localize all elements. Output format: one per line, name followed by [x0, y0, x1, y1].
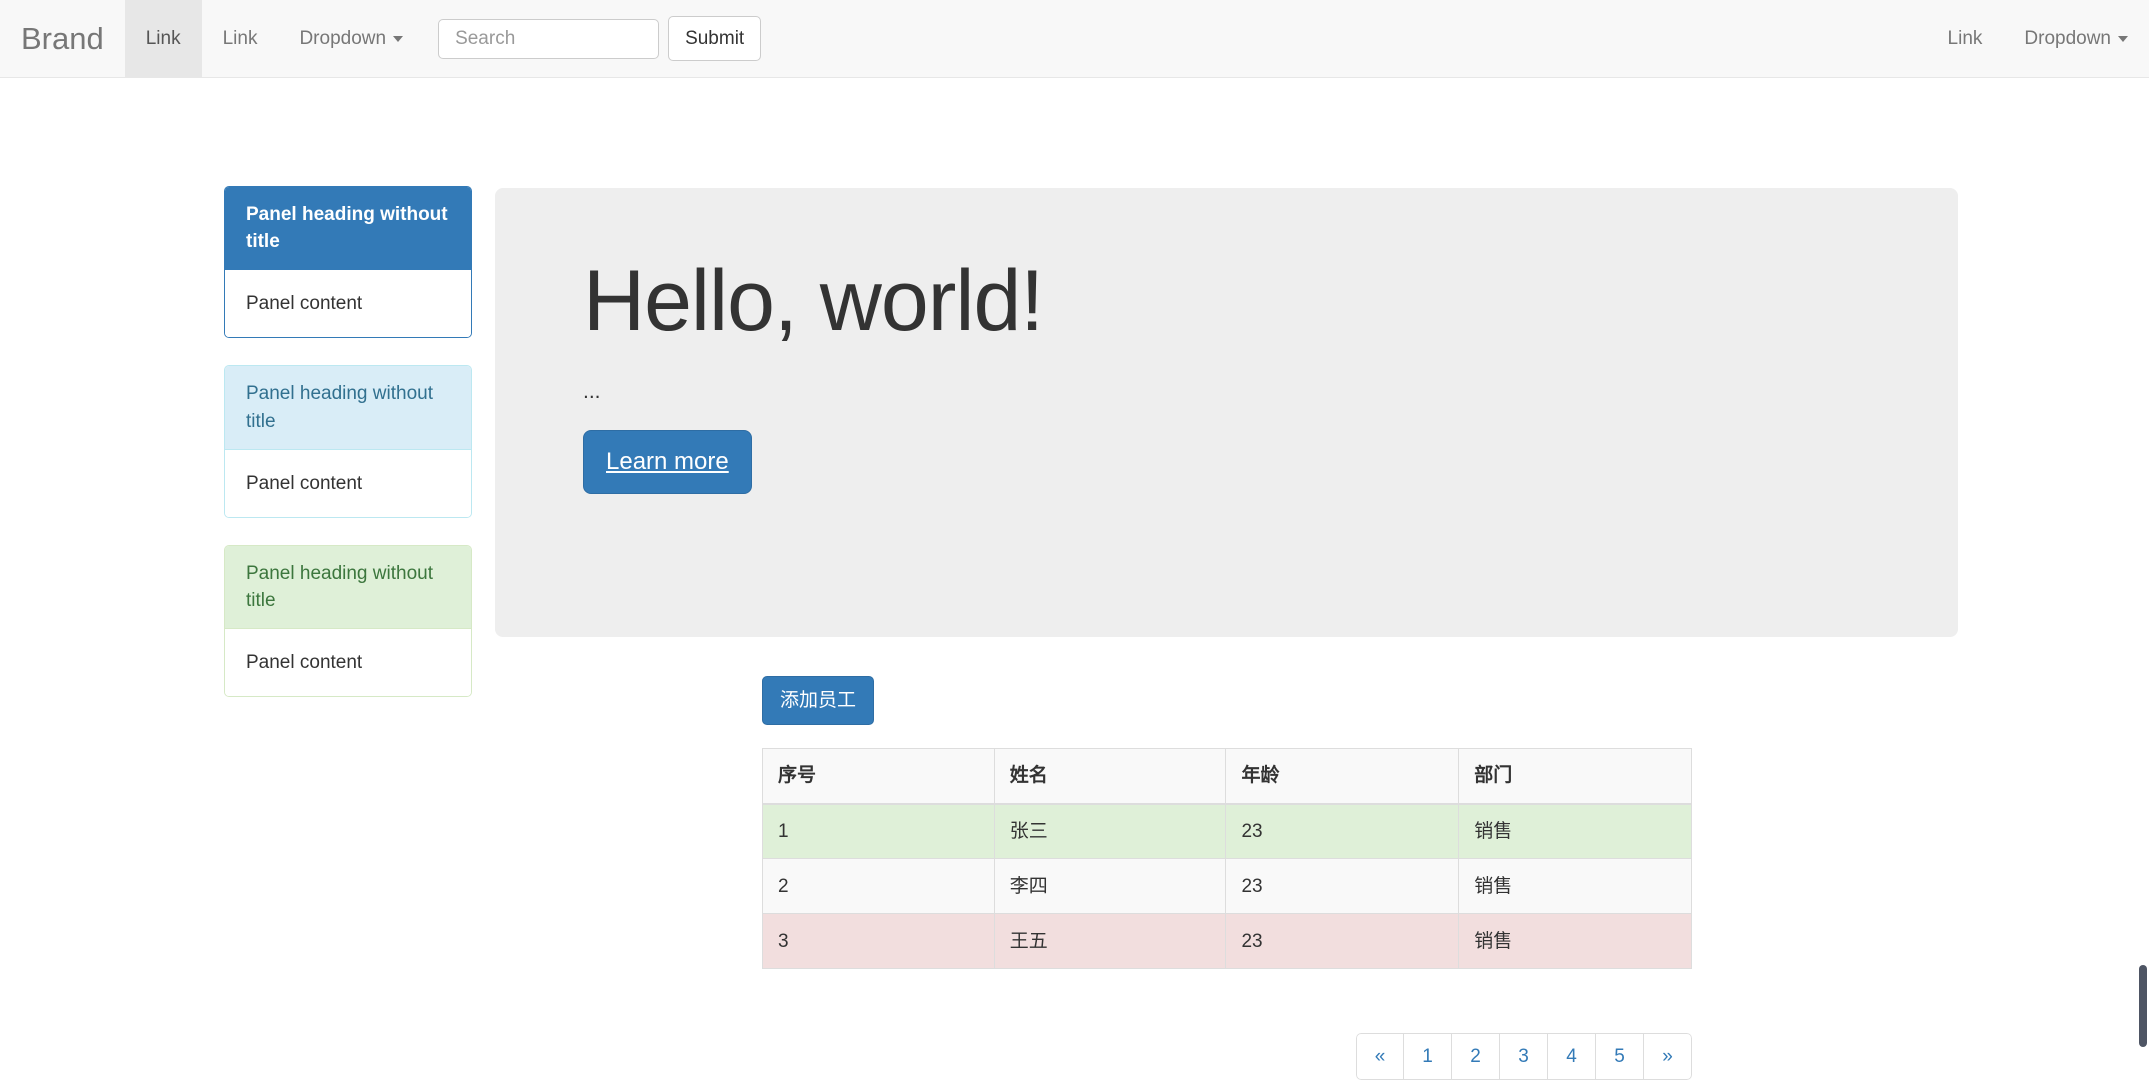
nav-item-link-right: Link — [1927, 0, 2004, 77]
nav-link-label: Link — [145, 27, 181, 49]
cell-name: 王五 — [993, 913, 1227, 970]
scrollbar-thumb[interactable] — [2139, 965, 2147, 1047]
pagination-item-1: 1 — [1404, 1033, 1452, 1080]
main-column: Hello, world! ... Learn more — [495, 188, 1958, 637]
employee-table-section: 添加员工 序号 姓名 年龄 部门 1 张三 23 销售 2 李四 23 销售 3… — [762, 676, 1692, 970]
jumbotron-title: Hello, world! — [583, 253, 1044, 349]
jumbotron: Hello, world! ... Learn more — [495, 188, 1958, 637]
cell-department: 销售 — [1458, 858, 1692, 915]
pagination-item-4: 4 — [1548, 1033, 1596, 1080]
nav-item-link-1: Link — [124, 0, 202, 77]
pagination-item-5: 5 — [1596, 1033, 1644, 1080]
employee-table: 序号 姓名 年龄 部门 1 张三 23 销售 2 李四 23 销售 3 王五 2… — [762, 748, 1692, 970]
column-header-name: 姓名 — [993, 748, 1227, 805]
cell-name: 李四 — [993, 858, 1227, 915]
nav-item-link-2: Link — [202, 0, 279, 77]
pagination-page-3[interactable]: 3 — [1500, 1033, 1548, 1080]
navbar: Brand Link Link Dropdown Submit Link — [0, 0, 2149, 78]
pagination-item-2: 2 — [1452, 1033, 1500, 1080]
navbar-nav-right: Link Dropdown — [1927, 0, 2149, 77]
chevron-down-icon — [2118, 35, 2128, 42]
panel-primary: Panel heading without title Panel conten… — [224, 186, 472, 339]
panel-heading: Panel heading without title — [225, 545, 471, 630]
pagination-page-4[interactable]: 4 — [1548, 1033, 1596, 1080]
jumbotron-lead: ... — [583, 379, 601, 403]
vertical-scrollbar[interactable] — [2133, 0, 2149, 1047]
nav-item-dropdown-right: Dropdown — [2003, 0, 2149, 77]
pagination-page-5[interactable]: 5 — [1596, 1033, 1644, 1080]
chevron-down-icon — [393, 35, 404, 42]
pagination-item-prev: « — [1356, 1033, 1404, 1080]
navbar-brand[interactable]: Brand — [0, 0, 125, 77]
cell-index: 1 — [762, 803, 995, 860]
cell-name: 张三 — [993, 803, 1227, 860]
learn-more-button[interactable]: Learn more — [583, 429, 752, 495]
column-header-index: 序号 — [762, 748, 995, 805]
panel-success: Panel heading without title Panel conten… — [224, 544, 472, 698]
pagination-page-2[interactable]: 2 — [1452, 1033, 1500, 1080]
cell-department: 销售 — [1458, 803, 1692, 860]
cell-index: 2 — [762, 858, 995, 915]
cell-index: 3 — [762, 913, 995, 970]
pagination: « 1 2 3 4 5 » — [1356, 1033, 1692, 1080]
table-row[interactable]: 3 王五 23 销售 — [762, 913, 1692, 970]
pagination-page-1[interactable]: 1 — [1404, 1033, 1452, 1080]
nav-item-dropdown-left: Dropdown — [278, 0, 424, 77]
navbar-search-form: Submit — [424, 0, 775, 77]
pagination-wrapper: « 1 2 3 4 5 » — [762, 1033, 1692, 1080]
panel-heading: Panel heading without title — [225, 187, 471, 271]
nav-link-dropdown[interactable]: Dropdown — [278, 0, 424, 77]
nav-link-label: Link — [1947, 27, 1983, 49]
cell-age: 23 — [1225, 858, 1460, 915]
cell-age: 23 — [1225, 803, 1460, 860]
submit-button[interactable]: Submit — [668, 15, 762, 62]
panel-heading: Panel heading without title — [225, 366, 471, 450]
table-header-row: 序号 姓名 年龄 部门 — [762, 748, 1692, 805]
table-row[interactable]: 1 张三 23 销售 — [762, 803, 1692, 860]
navbar-nav-left: Link Link Dropdown — [124, 0, 424, 77]
pagination-item-next: » — [1644, 1033, 1692, 1080]
nav-link-dropdown-right[interactable]: Dropdown — [2003, 0, 2149, 77]
table-row[interactable]: 2 李四 23 销售 — [762, 858, 1692, 915]
column-header-department: 部门 — [1458, 748, 1692, 805]
nav-link-link-active[interactable]: Link — [124, 0, 202, 77]
nav-link-label: Link — [222, 27, 258, 49]
panel-sidebar: Panel heading without title Panel conten… — [224, 186, 472, 724]
column-header-age: 年龄 — [1225, 748, 1460, 805]
table-body: 1 张三 23 销售 2 李四 23 销售 3 王五 23 销售 — [762, 803, 1692, 970]
nav-link-link-right[interactable]: Link — [1927, 0, 2004, 77]
panel-body: Panel content — [225, 449, 471, 517]
panel-body: Panel content — [225, 270, 471, 338]
table-head: 序号 姓名 年龄 部门 — [762, 748, 1692, 805]
pagination-item-3: 3 — [1500, 1033, 1548, 1080]
add-employee-button[interactable]: 添加员工 — [762, 676, 875, 726]
cell-age: 23 — [1225, 913, 1460, 970]
search-input[interactable] — [438, 18, 660, 59]
pagination-prev-button[interactable]: « — [1356, 1033, 1404, 1080]
pagination-next-button[interactable]: » — [1644, 1033, 1692, 1080]
panel-body: Panel content — [225, 629, 471, 697]
panel-info: Panel heading without title Panel conten… — [224, 365, 472, 518]
nav-link-label: Dropdown — [299, 27, 387, 49]
nav-link-label: Dropdown — [2024, 27, 2111, 49]
cell-department: 销售 — [1458, 913, 1692, 970]
nav-link-link[interactable]: Link — [202, 0, 279, 77]
